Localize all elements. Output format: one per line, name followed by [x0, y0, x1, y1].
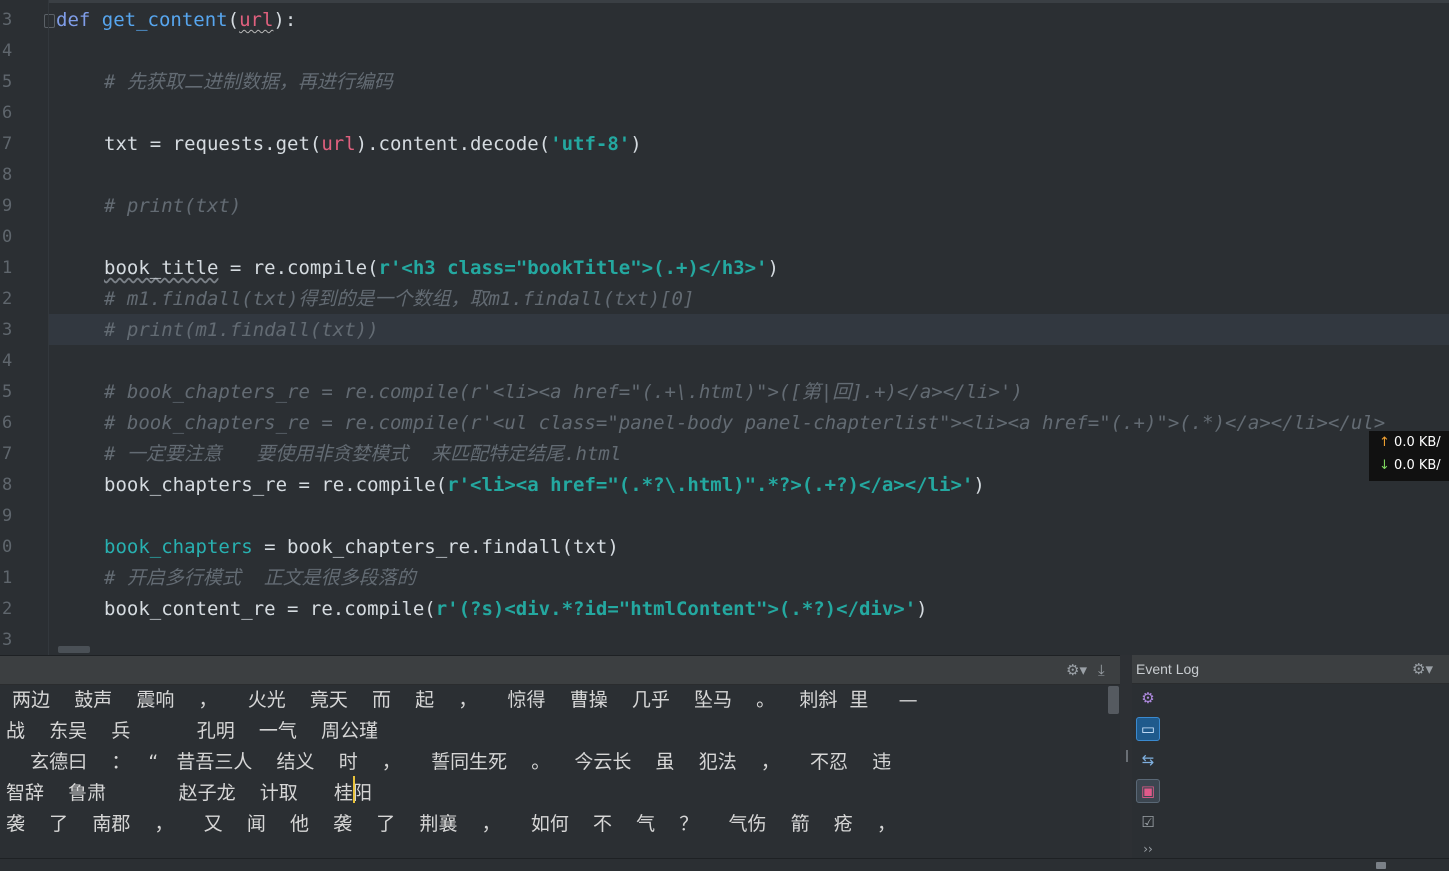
code-comment: # m1.findall(txt)得到的是一个数组，取m1.findall(tx… [104, 288, 695, 310]
string-literal: r'<li><a href="(.*?\.html)".*?>(.+?)</a>… [447, 474, 974, 496]
string-literal: r'(?s)<div.*?id="htmlContent">(.*?)</div… [435, 598, 917, 620]
code-comment: # book_chapters_re = re.compile(r'<ul cl… [104, 412, 1386, 434]
line-number: 5 [2, 382, 13, 402]
download-speed: ↓ 0.0 KB/ [1379, 458, 1441, 473]
line-number: 3 [2, 10, 13, 30]
event-log-panel[interactable]: Event Log ⚙▾ ⚙ ▭ ⇆ ▣ ☑ ›› [1132, 655, 1449, 858]
line-number-gutter: 3 4 5 6 7 8 9 0 1 2 3 4 5 6 7 8 9 0 1 2 … [0, 0, 55, 655]
gear-icon[interactable]: ⚙▾ [1412, 660, 1433, 678]
line-number: 6 [2, 413, 13, 433]
output-line: 玄德曰 ： “ 昔吾三人 结义 时 ， 誓同生死 。 今云长 虽 犯法 ， 不忍… [6, 751, 892, 773]
function-name: get_content [101, 9, 228, 31]
code-comment: # book_chapters_re = re.compile(r'<li><a… [104, 381, 1023, 403]
run-panel-header: ⚙▾ ⤓ [0, 656, 1120, 685]
upload-speed: ↑ 0.0 KB/ [1379, 435, 1441, 450]
code-comment: # 先获取二进制数据，再进行编码 [104, 71, 393, 93]
download-value: 0.0 KB/ [1394, 458, 1441, 473]
fold-marker-icon[interactable] [44, 14, 55, 28]
keyword: def [56, 9, 91, 31]
line-number: 0 [2, 227, 13, 247]
line-number: 0 [2, 537, 13, 557]
line-number: 4 [2, 41, 13, 61]
output-line: 战 东吴 兵 孔明 一气 周公瑾 [6, 720, 379, 742]
event-log-toolbar: ⚙ ▭ ⇆ ▣ ☑ ›› [1132, 685, 1164, 858]
code-line: txt = requests.get(url).content.decode('… [104, 129, 642, 160]
line-number: 8 [2, 165, 13, 185]
code-text: book_content_re = re.compile( [104, 598, 436, 620]
code-comment: # print(txt) [104, 195, 242, 217]
line-number: 2 [2, 289, 13, 309]
line-number: 5 [2, 72, 13, 92]
code-line: def get_content(url): [56, 5, 296, 36]
code-text: txt = requests.get( [104, 133, 322, 155]
settings-gear-icon[interactable]: ⚙ [1136, 686, 1160, 710]
chat-bubble-icon[interactable]: ▭ [1136, 717, 1160, 741]
string-literal: r'<h3 class="bookTitle">(.+)</h3>' [378, 257, 768, 279]
status-bar [0, 858, 1449, 871]
code-comment: # 开启多行模式 正文是很多段落的 [104, 567, 416, 589]
parameter: url [239, 9, 274, 31]
parameter: url [321, 133, 356, 155]
code-comment: # print(m1.findall(txt)) [104, 319, 379, 341]
output-line: 智辞 鲁肃 赵子龙 计取 桂阳 [6, 782, 373, 804]
code-text: = re.compile( [218, 257, 379, 279]
line-number: 9 [2, 196, 13, 216]
line-number: 1 [2, 568, 13, 588]
export-icon[interactable]: ▣ [1136, 779, 1160, 803]
line-number: 6 [2, 103, 13, 123]
code-text: ) [973, 474, 985, 496]
line-number: 3 [2, 630, 13, 650]
line-number: 1 [2, 258, 13, 278]
code-line: book_chapters_re = re.compile(r'<li><a h… [104, 470, 985, 501]
variable-name: book_chapters [104, 536, 253, 558]
code-text: ).content.decode( [355, 133, 551, 155]
gutter-separator [48, 0, 49, 655]
editor-top-border [48, 0, 1449, 3]
wrap-lines-icon[interactable]: ⇆ [1136, 748, 1160, 772]
event-log-header: Event Log ⚙▾ [1132, 655, 1449, 684]
code-text: ) [630, 133, 642, 155]
line-number: 7 [2, 444, 13, 464]
line-number: 7 [2, 134, 13, 154]
splitter-grip-icon[interactable] [1126, 750, 1128, 762]
status-indicator-icon [1376, 862, 1386, 869]
code-comment: # 一定要注意 要使用非贪婪模式 来匹配特定结尾.html [104, 443, 622, 465]
text-caret [353, 776, 355, 803]
network-speed-widget: ↑ 0.0 KB/ ↓ 0.0 KB/ [1369, 431, 1449, 481]
output-line: 两边 鼓声 震响 ， 火光 竟天 而 起 ， 惊得 曹操 几乎 坠马 。 刺斜 … [6, 689, 918, 711]
arrow-up-icon: ↑ [1379, 435, 1390, 450]
code-text: book_chapters_re = re.compile( [104, 474, 448, 496]
string-literal: 'utf-8' [550, 133, 631, 155]
code-line: book_title = re.compile(r'<h3 class="boo… [104, 253, 779, 284]
punctuation: ): [273, 9, 297, 31]
code-editor[interactable]: 3 4 5 6 7 8 9 0 1 2 3 4 5 6 7 8 9 0 1 2 … [0, 0, 1449, 655]
download-icon[interactable]: ⤓ [1098, 661, 1105, 679]
code-text: = book_chapters_re.findall(txt) [252, 536, 619, 558]
run-output-panel[interactable]: ⚙▾ ⤓ 两边 鼓声 震响 ， 火光 竟天 而 起 ， 惊得 曹操 几乎 坠马 … [0, 655, 1120, 859]
line-number: 4 [2, 351, 13, 371]
gear-icon[interactable]: ⚙▾ [1066, 661, 1087, 679]
upload-value: 0.0 KB/ [1394, 435, 1441, 450]
code-text: ) [916, 598, 928, 620]
event-log-title: Event Log [1136, 661, 1200, 677]
checkbox-icon[interactable]: ☑ [1136, 810, 1160, 834]
code-line: book_content_re = re.compile(r'(?s)<div.… [104, 594, 928, 625]
line-number: 2 [2, 599, 13, 619]
code-text: ) [767, 257, 779, 279]
line-number: 9 [2, 506, 13, 526]
line-number: 8 [2, 475, 13, 495]
punctuation: ( [227, 9, 240, 31]
horizontal-scrollbar[interactable] [58, 646, 90, 653]
output-line: 袭 了 南郡 ， 又 闻 他 袭 了 荆襄 ， 如何 不 气 ？ 气伤 箭 疮 … [6, 813, 896, 835]
arrow-down-icon: ↓ [1379, 458, 1390, 473]
vertical-scrollbar[interactable] [1108, 686, 1119, 714]
code-line: book_chapters = book_chapters_re.findall… [104, 532, 619, 563]
variable-name: book_title [104, 257, 219, 279]
line-number: 3 [2, 320, 13, 340]
